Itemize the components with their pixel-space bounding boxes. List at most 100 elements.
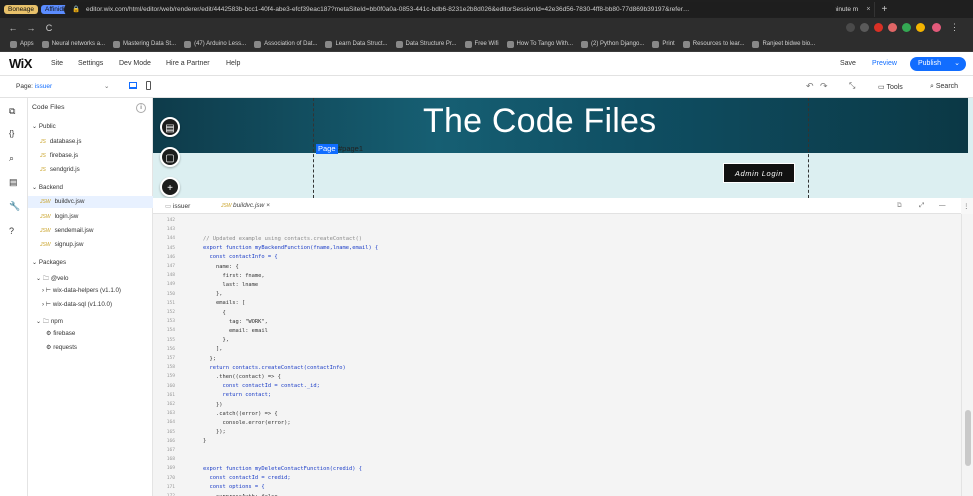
code-line[interactable]: last: lname: [203, 282, 258, 288]
menu-help[interactable]: Help: [226, 60, 240, 67]
url-field[interactable]: 🔒 editor.wix.com/html/editor/web/rendere…: [64, 2, 836, 17]
bookmark-item[interactable]: Ranjeet bidwe bio...: [752, 40, 815, 48]
file-item[interactable]: JS database.js: [40, 138, 82, 145]
help-icon[interactable]: ?: [9, 226, 14, 236]
section-packages[interactable]: ⌄ Packages: [32, 259, 66, 266]
npm-package-item[interactable]: ⚙ requests: [46, 344, 77, 351]
tab-issuer[interactable]: ▭ issuer: [165, 202, 190, 210]
section-backend[interactable]: ⌄ Backend: [32, 184, 63, 191]
bookmark-item[interactable]: Mastering Data St...: [113, 40, 176, 48]
bookmark-item[interactable]: Neural networks a...: [41, 40, 105, 48]
code-line[interactable]: },: [203, 291, 223, 297]
hero-title[interactable]: The Code Files: [423, 102, 656, 141]
bookmark-item[interactable]: Data Structure Pr...: [395, 40, 457, 48]
tab-group-pill[interactable]: Boneage: [4, 4, 39, 14]
zoom-out-icon[interactable]: ⤡: [849, 81, 855, 91]
file-item[interactable]: JSW signup.jsw: [40, 241, 83, 248]
code-line[interactable]: name: {: [203, 264, 239, 270]
code-line[interactable]: email: email: [203, 328, 268, 334]
open-in-new-icon[interactable]: ⧉: [897, 202, 902, 210]
code-line[interactable]: }): [203, 402, 223, 408]
file-item[interactable]: JSW sendemail.jsw: [40, 227, 93, 234]
pages-icon[interactable]: ⧉: [9, 106, 15, 117]
pages-menu-icon[interactable]: ▤: [160, 117, 180, 137]
expand-icon[interactable]: ⤢: [919, 202, 924, 210]
chevron-down-icon[interactable]: ⌄: [954, 57, 960, 71]
browser-menu-icon[interactable]: ⋮: [950, 23, 959, 32]
code-line[interactable]: .catch((error) => {: [203, 411, 278, 417]
mobile-view-icon[interactable]: [146, 81, 151, 90]
extension-red-icon[interactable]: [874, 23, 883, 32]
code-line[interactable]: ],: [203, 346, 223, 352]
code-line[interactable]: export function myBackendFunction(fname,…: [203, 245, 378, 251]
folder-velo[interactable]: ⌄ 🗀 @velo: [36, 273, 68, 284]
bookmark-item[interactable]: How To Tango With...: [506, 40, 573, 48]
code-line[interactable]: return contact;: [203, 392, 271, 398]
bookmark-star-icon[interactable]: [846, 23, 855, 32]
search-icon[interactable]: ⌕: [9, 153, 14, 164]
folder-npm[interactable]: ⌄ 🗀 npm: [36, 316, 63, 327]
bookmark-item[interactable]: Free Wifi: [464, 40, 499, 48]
menu-settings[interactable]: Settings: [78, 60, 103, 67]
back-icon[interactable]: ←: [8, 23, 18, 33]
code-line[interactable]: emails: [: [203, 300, 245, 306]
layers-icon[interactable]: ▢: [160, 147, 180, 167]
code-line[interactable]: export function myDeleteContactFunction(…: [203, 466, 362, 472]
code-line[interactable]: const options = {: [203, 484, 264, 490]
extension-yellow-icon[interactable]: [916, 23, 925, 32]
code-line[interactable]: const contactId = credid;: [203, 475, 290, 481]
code-line[interactable]: // Updated example using contacts.create…: [203, 236, 362, 242]
more-icon[interactable]: ⋮: [963, 202, 970, 210]
bookmark-item[interactable]: Learn Data Struct...: [325, 40, 388, 48]
editor-scrollbar[interactable]: [961, 214, 973, 496]
forward-icon[interactable]: →: [26, 23, 36, 33]
code-line[interactable]: }: [203, 438, 206, 444]
bookmark-item[interactable]: Apps: [10, 40, 34, 48]
extension-pink-icon[interactable]: [888, 23, 897, 32]
new-tab-button[interactable]: +: [881, 4, 887, 15]
code-line[interactable]: });: [203, 429, 226, 435]
code-editor[interactable]: 142 143 144 // Updated example using contac…: [153, 214, 961, 496]
bookmark-item[interactable]: Print: [652, 40, 675, 48]
page-selector[interactable]: Page: issuer ⌄: [16, 82, 109, 90]
site-canvas[interactable]: The Code Files Page #page1 Admin Login: [153, 98, 973, 198]
file-item-selected[interactable]: JSW buildvc.jsw: [28, 196, 153, 208]
file-item[interactable]: JS sendgrid.js: [40, 166, 80, 173]
extension-icon[interactable]: [860, 23, 869, 32]
code-line[interactable]: {: [203, 310, 225, 316]
menu-dev-mode[interactable]: Dev Mode: [119, 60, 151, 67]
minimize-icon[interactable]: —: [939, 202, 946, 209]
tab-buildvc[interactable]: JSW buildvc.jsw ×: [221, 202, 270, 209]
profile-avatar[interactable]: [932, 23, 941, 32]
reload-icon[interactable]: C: [44, 23, 54, 33]
code-line[interactable]: const contactId = contact._id;: [203, 383, 319, 389]
package-item[interactable]: › ⊢ wix-data-helpers (v1.1.0): [42, 287, 121, 294]
bookmark-item[interactable]: Association of Dat...: [254, 40, 317, 48]
publish-button[interactable]: Publish ⌄: [910, 57, 966, 71]
section-public[interactable]: ⌄ Public: [32, 123, 56, 130]
file-item[interactable]: JSW login.jsw: [40, 213, 78, 220]
search-button[interactable]: ⌕ Search: [930, 83, 958, 91]
wrench-icon[interactable]: 🔧: [9, 201, 20, 212]
redo-icon[interactable]: ↷: [820, 81, 828, 92]
code-line[interactable]: return contacts.createContact(contactInf…: [203, 365, 345, 371]
save-button[interactable]: Save: [840, 60, 856, 67]
tools-button[interactable]: ▭ Tools: [878, 83, 903, 91]
extension-green-icon[interactable]: [902, 23, 911, 32]
close-icon[interactable]: ×: [266, 202, 270, 209]
scrollbar-thumb[interactable]: [965, 410, 971, 466]
menu-site[interactable]: Site: [51, 60, 63, 67]
preview-button[interactable]: Preview: [872, 60, 897, 67]
code-braces-icon[interactable]: {}: [9, 129, 14, 138]
undo-icon[interactable]: ↶: [806, 81, 814, 92]
code-line[interactable]: console.error(error);: [203, 420, 290, 426]
close-icon[interactable]: ×: [866, 6, 870, 13]
info-icon[interactable]: i: [136, 103, 146, 113]
admin-login-button[interactable]: Admin Login: [723, 163, 795, 183]
npm-package-item[interactable]: ⚙ firebase: [46, 330, 75, 337]
code-line[interactable]: tag: "WORK",: [203, 319, 268, 325]
bookmark-item[interactable]: (47) Arduino Less...: [184, 40, 246, 48]
code-line[interactable]: first: fname,: [203, 273, 264, 279]
code-line[interactable]: };: [203, 356, 216, 362]
file-item[interactable]: JS firebase.js: [40, 152, 78, 159]
